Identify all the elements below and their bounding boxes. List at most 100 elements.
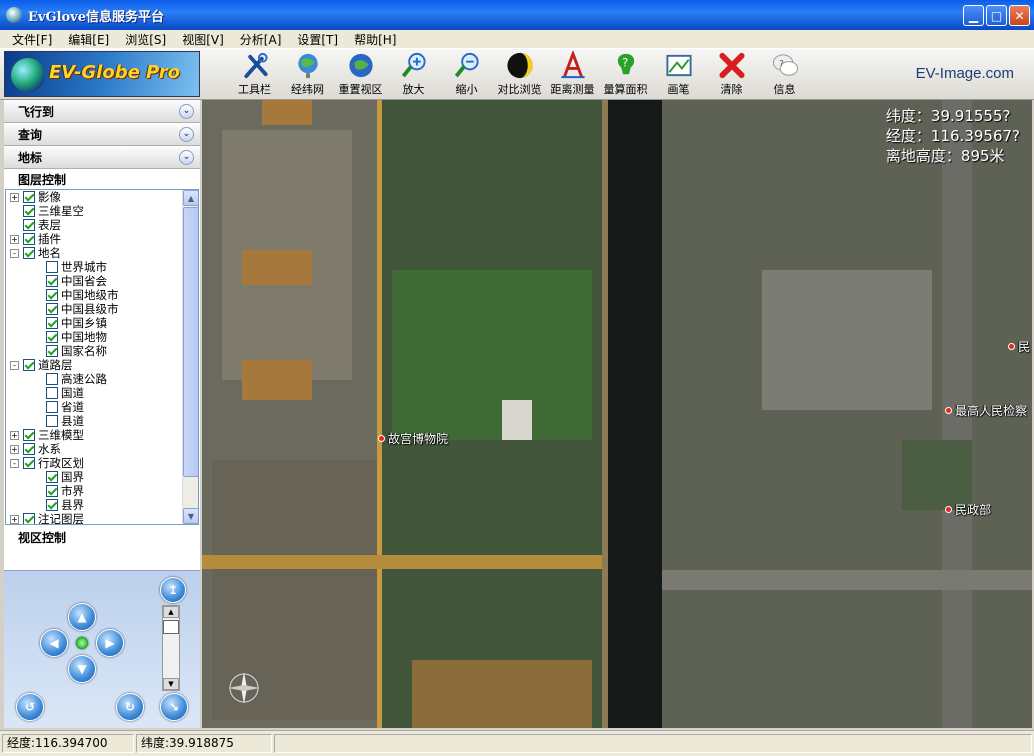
- layer-checkbox[interactable]: [46, 275, 58, 287]
- pan-up-button[interactable]: ▲: [68, 603, 96, 631]
- layer-node[interactable]: 省道: [6, 400, 184, 414]
- minimize-button[interactable]: ▁: [963, 5, 984, 26]
- layer-checkbox[interactable]: [23, 191, 35, 203]
- layer-node[interactable]: 高速公路: [6, 372, 184, 386]
- layer-node[interactable]: 中国省会: [6, 274, 184, 288]
- menu-file[interactable]: 文件[F]: [4, 31, 60, 48]
- tool-button-reset-view[interactable]: 重置视区: [334, 51, 387, 99]
- satellite-map-view[interactable]: 纬度：39.91555? 经度：116.39567? 离地高度：895米 故宫博…: [202, 100, 1032, 728]
- layer-node[interactable]: 中国县级市: [6, 302, 184, 316]
- menu-edit[interactable]: 编辑[E]: [60, 31, 117, 48]
- layer-node[interactable]: 国道: [6, 386, 184, 400]
- layer-node[interactable]: 表层: [6, 218, 184, 232]
- tool-button-zoom-out[interactable]: 缩小: [440, 51, 493, 99]
- menu-browse[interactable]: 浏览[S]: [117, 31, 174, 48]
- poi-civil-affairs[interactable]: 民政部: [945, 501, 991, 518]
- layer-checkbox[interactable]: [46, 345, 58, 357]
- collapse-icon[interactable]: -: [10, 458, 19, 468]
- layer-checkbox[interactable]: [23, 429, 35, 441]
- pan-down-button[interactable]: ▼: [68, 655, 96, 683]
- pan-right-button[interactable]: ▶: [96, 629, 124, 657]
- layer-checkbox[interactable]: [23, 457, 35, 469]
- layer-checkbox[interactable]: [46, 485, 58, 497]
- layer-node[interactable]: 中国乡镇: [6, 316, 184, 330]
- menu-help[interactable]: 帮助[H]: [346, 31, 404, 48]
- tool-button-pen[interactable]: 画笔: [652, 51, 705, 99]
- layer-checkbox[interactable]: [23, 247, 35, 259]
- layer-node[interactable]: 国界: [6, 470, 184, 484]
- layer-node[interactable]: 世界城市: [6, 260, 184, 274]
- layer-node[interactable]: + 影像: [6, 190, 184, 204]
- expand-icon[interactable]: +: [10, 444, 19, 454]
- layer-checkbox[interactable]: [23, 219, 35, 231]
- poi-palace-museum[interactable]: 故宫博物院: [378, 430, 448, 447]
- layer-checkbox[interactable]: [46, 401, 58, 413]
- layer-checkbox[interactable]: [46, 261, 58, 273]
- tool-button-tools[interactable]: 工具栏: [228, 51, 281, 99]
- maximize-button[interactable]: □: [986, 5, 1007, 26]
- layer-checkbox[interactable]: [46, 331, 58, 343]
- layer-node[interactable]: 中国地物: [6, 330, 184, 344]
- rotate-left-button[interactable]: ↺: [16, 693, 44, 721]
- tilt-up-button[interactable]: ↥: [160, 577, 186, 603]
- layer-checkbox[interactable]: [46, 289, 58, 301]
- expand-icon[interactable]: +: [10, 192, 19, 202]
- expand-icon[interactable]: +: [10, 234, 19, 244]
- layer-checkbox[interactable]: [23, 359, 35, 371]
- fly-to-bar[interactable]: 飞行到 ⌄: [4, 100, 200, 123]
- tool-button-compare[interactable]: 对比浏览: [493, 51, 546, 99]
- layer-checkbox[interactable]: [46, 317, 58, 329]
- layer-node[interactable]: 三维星空: [6, 204, 184, 218]
- pan-center-button[interactable]: [76, 637, 88, 649]
- scroll-down-icon[interactable]: ▼: [183, 508, 198, 524]
- zoom-slider-up-icon[interactable]: ▲: [163, 606, 179, 618]
- tool-button-info[interactable]: ? 信息: [758, 51, 811, 99]
- layer-node[interactable]: + 水系: [6, 442, 184, 456]
- tool-button-clear[interactable]: 清除: [705, 51, 758, 99]
- search-bar[interactable]: 查询 ⌄: [4, 123, 200, 146]
- close-button[interactable]: ✕: [1009, 5, 1030, 26]
- menu-settings[interactable]: 设置[T]: [289, 31, 346, 48]
- layer-checkbox[interactable]: [23, 233, 35, 245]
- tool-button-measure-area[interactable]: ? 量算面积: [599, 51, 652, 99]
- collapse-icon[interactable]: -: [10, 248, 19, 258]
- tilt-down-button[interactable]: ↘: [160, 693, 188, 721]
- zoom-slider[interactable]: ▲ ▼: [162, 605, 180, 691]
- layer-checkbox[interactable]: [46, 499, 58, 511]
- expand-icon[interactable]: +: [10, 514, 19, 524]
- tool-button-globe-grid[interactable]: 经纬网: [281, 51, 334, 99]
- poi-supreme-procuratorate[interactable]: 最高人民检察: [945, 402, 1027, 419]
- tool-button-zoom-in[interactable]: 放大: [387, 51, 440, 99]
- chevron-down-icon[interactable]: ⌄: [179, 126, 194, 142]
- layer-checkbox[interactable]: [23, 443, 35, 455]
- zoom-slider-down-icon[interactable]: ▼: [163, 678, 179, 690]
- menu-view[interactable]: 视图[V]: [174, 31, 232, 48]
- expand-icon[interactable]: +: [10, 430, 19, 440]
- layer-node[interactable]: - 道路层: [6, 358, 184, 372]
- layer-checkbox[interactable]: [46, 373, 58, 385]
- layer-checkbox[interactable]: [46, 303, 58, 315]
- chevron-down-icon[interactable]: ⌄: [179, 103, 194, 119]
- collapse-icon[interactable]: -: [10, 360, 19, 370]
- layer-checkbox[interactable]: [46, 415, 58, 427]
- layer-node[interactable]: + 注记图层: [6, 512, 184, 524]
- scroll-up-icon[interactable]: ▲: [183, 190, 198, 206]
- layer-node[interactable]: 市界: [6, 484, 184, 498]
- layer-checkbox[interactable]: [46, 471, 58, 483]
- landmark-bar[interactable]: 地标 ⌄: [4, 146, 200, 169]
- layer-node[interactable]: 中国地级市: [6, 288, 184, 302]
- scroll-thumb[interactable]: [183, 207, 198, 477]
- layer-node[interactable]: - 地名: [6, 246, 184, 260]
- layer-node[interactable]: + 插件: [6, 232, 184, 246]
- layer-checkbox[interactable]: [23, 513, 35, 524]
- tool-button-measure-distance[interactable]: 距离测量: [546, 51, 599, 99]
- layer-node[interactable]: - 行政区划: [6, 456, 184, 470]
- poi-partial[interactable]: 民: [1008, 338, 1030, 355]
- rotate-right-button[interactable]: ↻: [116, 693, 144, 721]
- layer-node[interactable]: 县界: [6, 498, 184, 512]
- chevron-down-icon[interactable]: ⌄: [179, 149, 194, 165]
- layer-node[interactable]: 县道: [6, 414, 184, 428]
- menu-analysis[interactable]: 分析[A]: [232, 31, 290, 48]
- layer-checkbox[interactable]: [23, 205, 35, 217]
- layer-checkbox[interactable]: [46, 387, 58, 399]
